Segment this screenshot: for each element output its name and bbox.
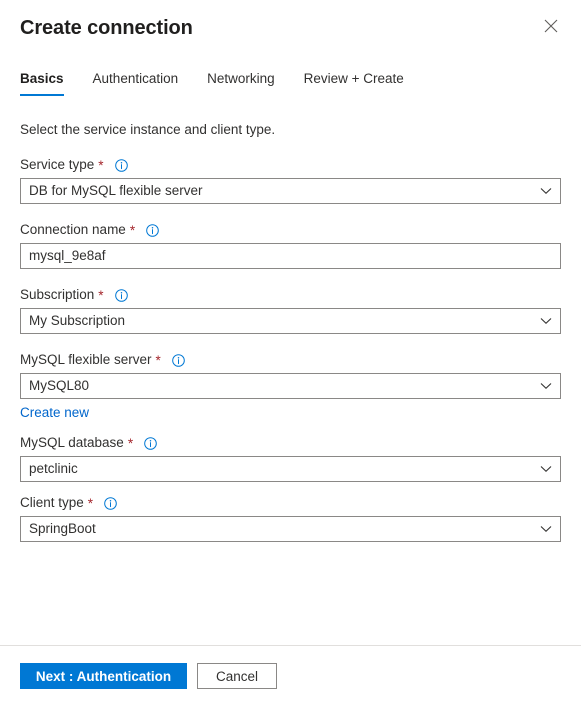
info-icon[interactable] (114, 158, 128, 172)
client-type-value: SpringBoot (29, 521, 96, 536)
tab-authentication[interactable]: Authentication (93, 71, 179, 96)
connection-name-input[interactable]: mysql_9e8af (20, 243, 561, 269)
mysql-database-value: petclinic (29, 461, 78, 476)
subscription-label: Subscription (20, 287, 95, 302)
info-icon[interactable] (144, 436, 157, 450)
field-mysql-database: MySQL database * petclinic (20, 434, 561, 482)
required-marker: * (98, 158, 104, 174)
form-description: Select the service instance and client t… (20, 122, 276, 137)
mysql-flexible-server-label-row: MySQL flexible server * (20, 351, 561, 369)
connection-name-value: mysql_9e8af (29, 248, 106, 263)
mysql-flexible-server-label: MySQL flexible server (20, 352, 152, 367)
close-icon[interactable] (535, 10, 567, 42)
required-marker: * (129, 223, 136, 239)
mysql-database-dropdown[interactable]: petclinic (20, 456, 561, 482)
panel-header: Create connection (0, 0, 581, 42)
chevron-down-icon (532, 187, 560, 195)
mysql-database-label-row: MySQL database * (20, 434, 561, 452)
tab-review-create-label: Review + Create (303, 71, 404, 86)
subscription-value: My Subscription (29, 313, 126, 328)
tab-bar: Basics Authentication Networking Review … (0, 64, 581, 96)
field-service-type: Service type * DB for MySQL flexible ser… (20, 156, 561, 204)
service-type-label: Service type (20, 157, 95, 172)
client-type-label-row: Client type * (20, 494, 561, 512)
tab-authentication-label: Authentication (92, 71, 179, 86)
chevron-down-icon (532, 525, 560, 533)
form-body: Select the service instance and client t… (0, 96, 581, 645)
tab-basics-label: Basics (20, 71, 64, 86)
info-icon[interactable] (104, 496, 117, 510)
client-type-label: Client type (20, 495, 84, 510)
service-type-label-row: Service type * (20, 156, 561, 174)
field-client-type: Client type * SpringBoot (20, 494, 561, 542)
panel-footer: Next : Authentication Cancel (0, 645, 581, 702)
info-icon[interactable] (146, 223, 159, 237)
connection-name-label: Connection name (20, 222, 126, 237)
mysql-database-label: MySQL database (20, 435, 124, 450)
create-connection-panel: Create connection Basics Authentication … (0, 0, 581, 702)
info-icon[interactable] (172, 353, 185, 367)
field-connection-name: Connection name * mysql_9e8af (20, 221, 561, 269)
client-type-dropdown[interactable]: SpringBoot (20, 516, 561, 542)
tab-networking-label: Networking (207, 71, 275, 86)
next-authentication-button[interactable]: Next : Authentication (20, 663, 187, 689)
page-title: Create connection (20, 17, 193, 39)
service-type-value: DB for MySQL flexible server (29, 183, 203, 198)
create-new-link[interactable]: Create new (20, 404, 89, 422)
chevron-down-icon (532, 382, 560, 390)
chevron-down-icon (532, 317, 560, 325)
chevron-down-icon (532, 465, 560, 473)
subscription-label-row: Subscription * (20, 286, 561, 304)
required-marker: * (87, 496, 94, 512)
cancel-button[interactable]: Cancel (197, 663, 277, 689)
field-subscription: Subscription * My Subscription (20, 286, 561, 334)
service-type-dropdown[interactable]: DB for MySQL flexible server (20, 178, 561, 204)
connection-name-label-row: Connection name * (20, 221, 561, 239)
mysql-flexible-server-value: MySQL80 (29, 378, 90, 393)
info-icon[interactable] (114, 288, 128, 302)
required-marker: * (98, 288, 104, 304)
required-marker: * (127, 436, 134, 452)
field-mysql-flexible-server: MySQL flexible server * MySQL80 Create n… (20, 351, 561, 422)
tab-review-create[interactable]: Review + Create (304, 71, 404, 96)
tab-networking[interactable]: Networking (207, 71, 275, 96)
footer-actions: Next : Authentication Cancel (20, 663, 561, 689)
tab-basics[interactable]: Basics (20, 71, 64, 96)
required-marker: * (155, 353, 161, 369)
subscription-dropdown[interactable]: My Subscription (20, 308, 561, 334)
mysql-flexible-server-dropdown[interactable]: MySQL80 (20, 373, 561, 399)
